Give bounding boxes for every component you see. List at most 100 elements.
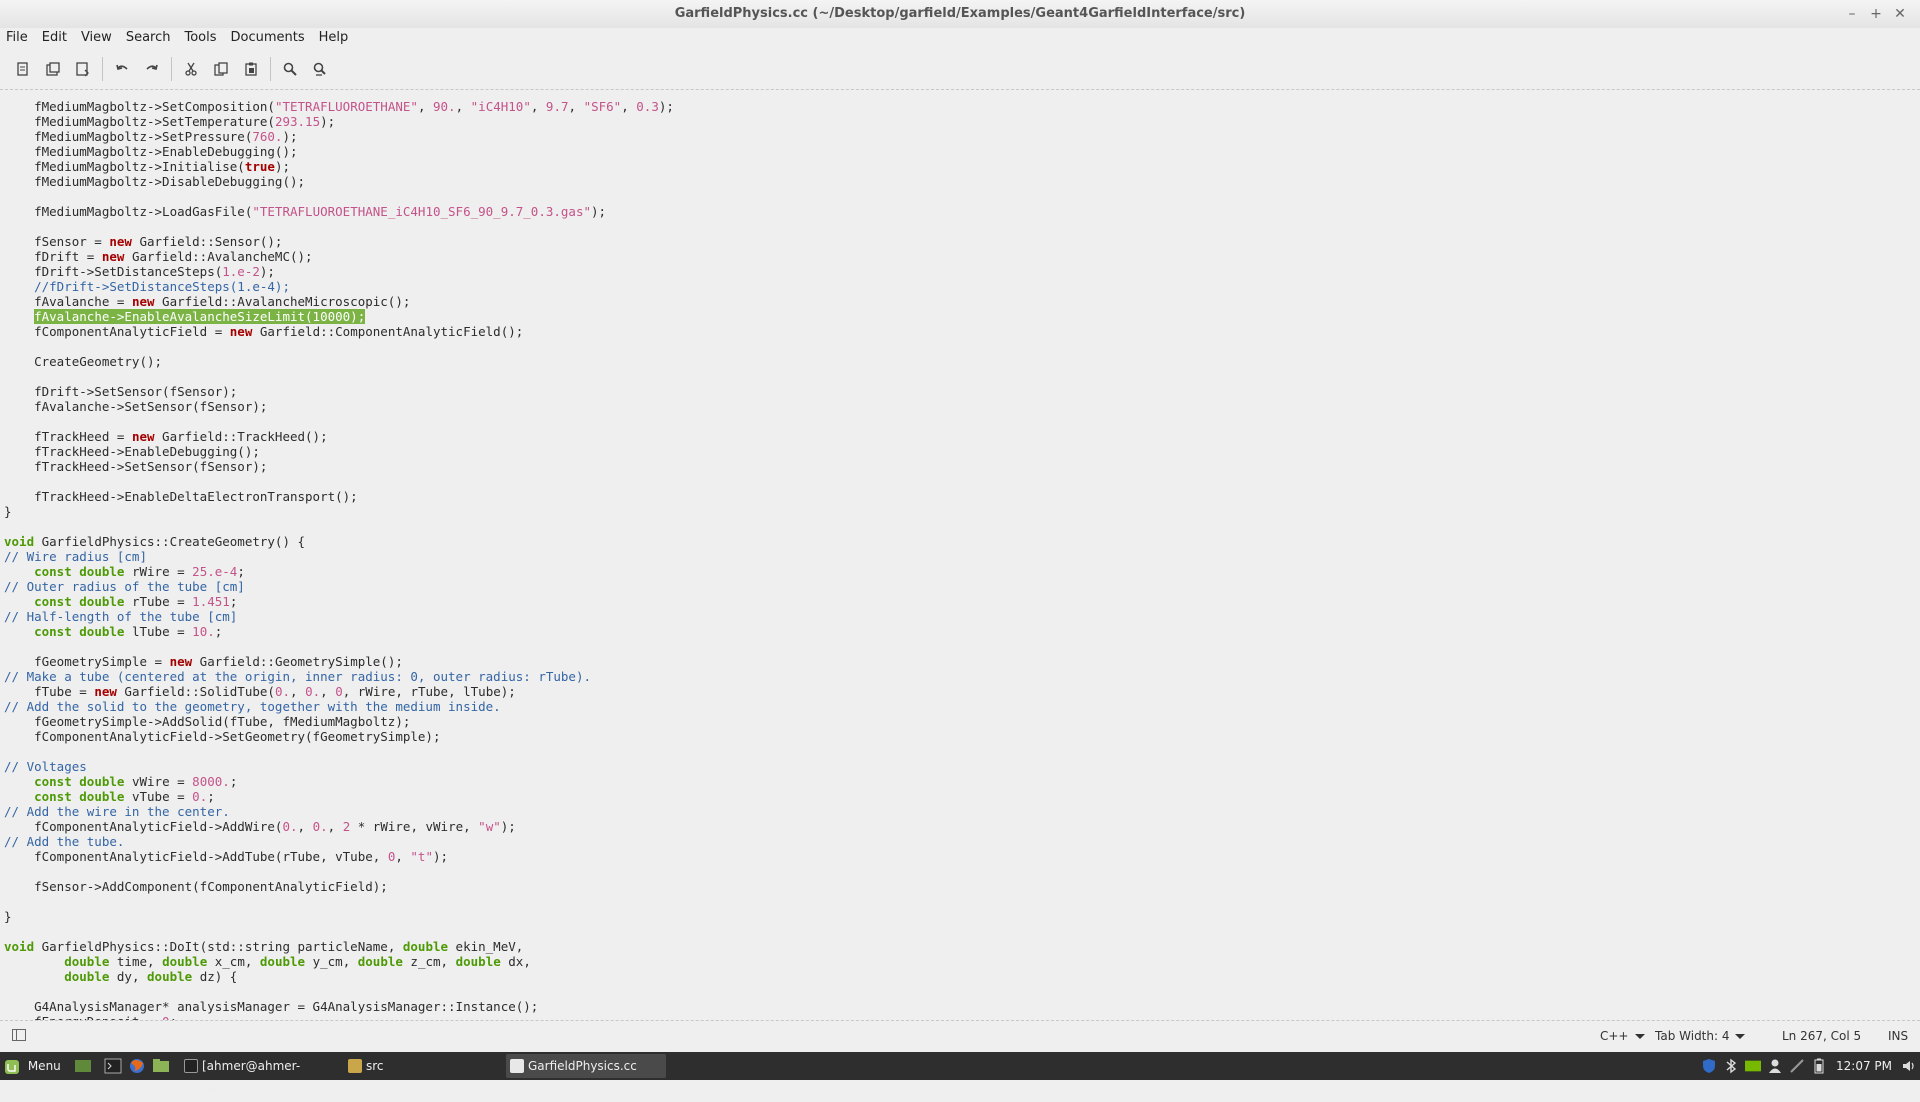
code-line[interactable]: fComponentAnalyticField = new Garfield::… <box>4 324 1920 339</box>
code-line[interactable]: const double vTube = 0.; <box>4 789 1920 804</box>
code-line[interactable]: fAvalanche = new Garfield::AvalancheMicr… <box>4 294 1920 309</box>
start-menu-button[interactable]: Menu <box>4 1052 61 1080</box>
code-line[interactable]: fDrift->SetSensor(fSensor); <box>4 384 1920 399</box>
undo-icon[interactable] <box>107 54 137 84</box>
code-line[interactable]: // Add the wire in the center. <box>4 804 1920 819</box>
code-line[interactable]: fTube = new Garfield::SolidTube(0., 0., … <box>4 684 1920 699</box>
code-line[interactable] <box>4 984 1920 999</box>
task-terminal[interactable]: [ahmer@ahmer-Del... <box>180 1054 330 1097</box>
code-line[interactable]: // Voltages <box>4 759 1920 774</box>
code-line[interactable]: fMediumMagboltz->SetTemperature(293.15); <box>4 114 1920 129</box>
code-line[interactable]: fMediumMagboltz->SetPressure(760.); <box>4 129 1920 144</box>
code-line[interactable] <box>4 474 1920 489</box>
code-line[interactable]: fGeometrySimple = new Garfield::Geometry… <box>4 654 1920 669</box>
code-line[interactable]: fComponentAnalyticField->SetGeometry(fGe… <box>4 729 1920 744</box>
code-line[interactable] <box>4 414 1920 429</box>
code-line[interactable]: G4AnalysisManager* analysisManager = G4A… <box>4 999 1920 1014</box>
code-line[interactable]: fMediumMagboltz->DisableDebugging(); <box>4 174 1920 189</box>
code-editor[interactable]: fMediumMagboltz->SetComposition("TETRAFL… <box>0 91 1920 1020</box>
task-folder[interactable]: src <box>344 1054 494 1078</box>
code-line[interactable]: fSensor = new Garfield::Sensor(); <box>4 234 1920 249</box>
code-line[interactable]: fSensor->AddComponent(fComponentAnalytic… <box>4 879 1920 894</box>
find-icon[interactable] <box>275 54 305 84</box>
code-line[interactable] <box>4 744 1920 759</box>
code-line[interactable]: fDrift = new Garfield::AvalancheMC(); <box>4 249 1920 264</box>
code-line[interactable]: CreateGeometry(); <box>4 354 1920 369</box>
code-line[interactable]: fTrackHeed->EnableDeltaElectronTransport… <box>4 489 1920 504</box>
code-line[interactable]: fMediumMagboltz->EnableDebugging(); <box>4 144 1920 159</box>
menu-file[interactable]: File <box>0 28 36 48</box>
code-line[interactable]: const double rWire = 25.e-4; <box>4 564 1920 579</box>
code-line[interactable] <box>4 339 1920 354</box>
code-line[interactable] <box>4 369 1920 384</box>
code-line[interactable]: void GarfieldPhysics::DoIt(std::string p… <box>4 939 1920 954</box>
user-icon[interactable] <box>1767 1058 1783 1074</box>
code-line[interactable]: fDrift->SetDistanceSteps(1.e-2); <box>4 264 1920 279</box>
code-line[interactable]: fGeometrySimple->AddSolid(fTube, fMedium… <box>4 714 1920 729</box>
open-document-icon[interactable] <box>38 54 68 84</box>
side-panel-toggle-icon[interactable] <box>12 1029 26 1041</box>
language-selector[interactable]: C++ <box>1600 1021 1645 1051</box>
copy-icon[interactable] <box>206 54 236 84</box>
code-line[interactable]: } <box>4 504 1920 519</box>
code-line[interactable]: // Half-length of the tube [cm] <box>4 609 1920 624</box>
code-line[interactable]: const double rTube = 1.451; <box>4 594 1920 609</box>
redo-icon[interactable] <box>137 54 167 84</box>
minimize-icon[interactable]: – <box>1840 0 1864 28</box>
maximize-icon[interactable]: + <box>1864 0 1888 28</box>
save-document-icon[interactable] <box>68 54 98 84</box>
menu-tools[interactable]: Tools <box>178 28 224 48</box>
nvidia-icon[interactable] <box>1745 1058 1761 1074</box>
code-line[interactable]: //fDrift->SetDistanceSteps(1.e-4); <box>4 279 1920 294</box>
code-line[interactable] <box>4 894 1920 909</box>
code-line[interactable]: const double lTube = 10.; <box>4 624 1920 639</box>
show-desktop-icon[interactable] <box>74 1052 92 1080</box>
code-line[interactable]: // Wire radius [cm] <box>4 549 1920 564</box>
close-icon[interactable]: ✕ <box>1888 0 1912 28</box>
code-line[interactable]: fMediumMagboltz->LoadGasFile("TETRAFLUOR… <box>4 204 1920 219</box>
code-line[interactable]: // Add the tube. <box>4 834 1920 849</box>
task-text-editor[interactable]: GarfieldPhysics.cc (~... <box>506 1054 666 1097</box>
paste-icon[interactable] <box>236 54 266 84</box>
code-line[interactable]: fTrackHeed->SetSensor(fSensor); <box>4 459 1920 474</box>
code-line[interactable]: double time, double x_cm, double y_cm, d… <box>4 954 1920 969</box>
code-line[interactable]: double dy, double dz) { <box>4 969 1920 984</box>
menu-edit[interactable]: Edit <box>36 28 75 48</box>
code-line[interactable]: fAvalanche->SetSensor(fSensor); <box>4 399 1920 414</box>
code-line[interactable]: const double vWire = 8000.; <box>4 774 1920 789</box>
code-line[interactable] <box>4 924 1920 939</box>
terminal-launcher-icon[interactable] <box>104 1052 122 1080</box>
volume-icon[interactable] <box>1901 1058 1917 1074</box>
code-line[interactable]: fTrackHeed->EnableDebugging(); <box>4 444 1920 459</box>
code-line[interactable]: fMediumMagboltz->Initialise(true); <box>4 159 1920 174</box>
code-line[interactable]: fComponentAnalyticField->AddTube(rTube, … <box>4 849 1920 864</box>
code-text-area[interactable]: fMediumMagboltz->SetComposition("TETRAFL… <box>0 91 1920 1020</box>
cut-icon[interactable] <box>176 54 206 84</box>
files-launcher-icon[interactable] <box>152 1052 170 1080</box>
code-line[interactable]: fTrackHeed = new Garfield::TrackHeed(); <box>4 429 1920 444</box>
code-line[interactable] <box>4 639 1920 654</box>
find-replace-icon[interactable] <box>305 54 335 84</box>
code-line[interactable] <box>4 189 1920 204</box>
code-line[interactable] <box>4 519 1920 534</box>
menu-search[interactable]: Search <box>120 28 179 48</box>
code-line[interactable]: fMediumMagboltz->SetComposition("TETRAFL… <box>4 99 1920 114</box>
menu-view[interactable]: View <box>75 28 120 48</box>
code-line[interactable] <box>4 219 1920 234</box>
code-line[interactable]: fComponentAnalyticField->AddWire(0., 0.,… <box>4 819 1920 834</box>
clock[interactable]: 12:07 PM <box>1836 1058 1892 1074</box>
tab-width-selector[interactable]: Tab Width: 4 <box>1655 1021 1746 1051</box>
bluetooth-icon[interactable] <box>1723 1058 1739 1074</box>
code-line[interactable]: fAvalanche->EnableAvalancheSizeLimit(100… <box>4 309 1920 324</box>
code-line[interactable]: // Make a tube (centered at the origin, … <box>4 669 1920 684</box>
firefox-launcher-icon[interactable] <box>128 1052 146 1080</box>
shield-icon[interactable] <box>1701 1058 1717 1074</box>
network-icon[interactable] <box>1789 1058 1805 1074</box>
menu-documents[interactable]: Documents <box>225 28 313 48</box>
code-line[interactable]: void GarfieldPhysics::CreateGeometry() { <box>4 534 1920 549</box>
new-document-icon[interactable] <box>8 54 38 84</box>
code-line[interactable]: } <box>4 909 1920 924</box>
code-line[interactable] <box>4 864 1920 879</box>
code-line[interactable]: // Add the solid to the geometry, togeth… <box>4 699 1920 714</box>
code-line[interactable]: // Outer radius of the tube [cm] <box>4 579 1920 594</box>
